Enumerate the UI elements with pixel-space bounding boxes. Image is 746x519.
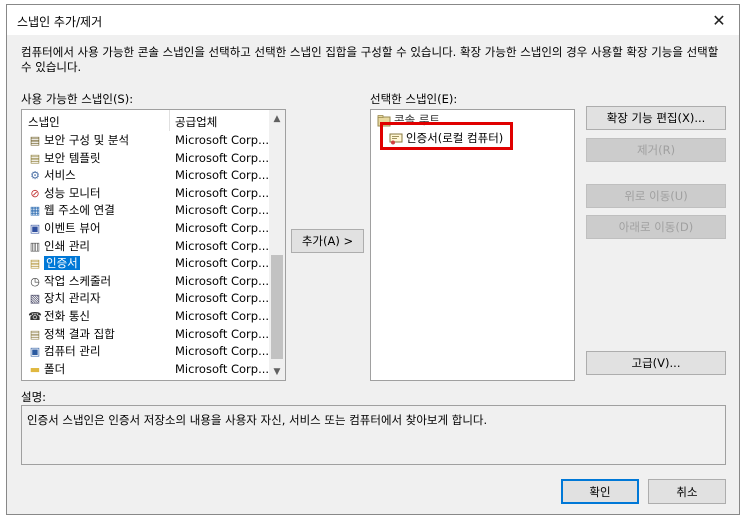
edit-extensions-button[interactable]: 확장 기능 편집(X)... [586, 106, 726, 130]
remove-button[interactable]: 제거(R) [586, 138, 726, 162]
column-header-snapin[interactable]: 스냅인 [28, 114, 60, 130]
list-item[interactable]: ▣ 컴퓨터 관리 Microsoft Corp... [22, 343, 270, 361]
security-template-icon: ▤ [29, 151, 41, 165]
available-snapins-list[interactable]: 스냅인 공급업체 ▤ 보안 구성 및 분석 Microsoft Corp... ▤ 보안… [21, 109, 286, 381]
list-item[interactable]: ▦ 웹 주소에 연결 Microsoft Corp... [22, 202, 270, 220]
snapin-name: 보안 구성 및 분석 [44, 133, 130, 147]
telephony-icon: ☎ [28, 309, 42, 323]
certificate-icon: ▤ [29, 257, 41, 271]
window-title: 스냅인 추가/제거 [17, 15, 103, 29]
scroll-up-icon[interactable]: ▲ [269, 110, 285, 127]
snapin-vendor: Microsoft Corp... [175, 273, 270, 288]
intro-description: 컴퓨터에서 사용 가능한 콘솔 스냅인을 선택하고 선택한 스냅인 집합을 구성… [21, 45, 719, 74]
title-bar: 스냅인 추가/제거 ✕ [7, 5, 739, 35]
available-snapins-label: 사용 가능한 스냅인(S): [21, 92, 134, 106]
list-item[interactable]: ▣ 이벤트 뷰어 Microsoft Corp... [22, 220, 270, 238]
move-down-button[interactable]: 아래로 이동(D) [586, 215, 726, 239]
list-item[interactable]: ▤ 인증서 Microsoft Corp... [22, 255, 270, 273]
policy-results-icon: ▤ [29, 327, 41, 341]
snapin-name: 폴더 [44, 361, 66, 376]
highlight-annotation-box [380, 122, 513, 150]
description-label: 설명: [21, 390, 47, 404]
web-link-icon: ▦ [29, 204, 41, 218]
print-management-icon: ▥ [29, 239, 41, 253]
snapin-vendor: Microsoft Corp... [175, 203, 270, 218]
snapin-vendor: Microsoft Corp... [175, 220, 270, 235]
list-item[interactable]: ⚙ 서비스 Microsoft Corp... [22, 167, 270, 185]
performance-monitor-icon: ⊘ [30, 186, 40, 200]
list-scrollbar[interactable]: ▲ ▼ [269, 110, 285, 380]
list-item[interactable]: ▬ 폴더 Microsoft Corp... [22, 361, 270, 379]
list-item[interactable]: ⊘ 성능 모니터 Microsoft Corp... [22, 185, 270, 203]
snapin-vendor: Microsoft Corp... [175, 185, 270, 200]
list-item[interactable]: ☎ 전화 통신 Microsoft Corp... [22, 308, 270, 326]
list-item[interactable]: ▥ 인쇄 관리 Microsoft Corp... [22, 238, 270, 256]
snapin-vendor: Microsoft Corp... [175, 256, 270, 271]
advanced-button[interactable]: 고급(V)... [586, 351, 726, 375]
task-scheduler-icon: ◷ [30, 274, 40, 288]
snapin-name: 웹 주소에 연결 [44, 203, 115, 218]
snapin-vendor: Microsoft Corp... [175, 238, 270, 253]
move-up-button[interactable]: 위로 이동(U) [586, 184, 726, 208]
list-item[interactable]: ▤ 보안 템플릿 Microsoft Corp... [22, 150, 270, 168]
scroll-thumb[interactable] [271, 255, 283, 359]
add-button[interactable]: 추가(A) > [291, 229, 364, 253]
snapin-name: 서비스 [44, 168, 76, 183]
cancel-button[interactable]: 취소 [648, 479, 726, 504]
snapin-name: 보안 템플릿 [44, 150, 101, 165]
snapin-vendor: Microsoft Corp... [175, 361, 270, 376]
snapin-name: 전화 통신 [44, 308, 90, 323]
services-gear-icon: ⚙ [30, 169, 40, 183]
snapin-name: 성능 모니터 [44, 185, 101, 200]
description-box: 인증서 스냅인은 인증서 저장소의 내용을 사용자 자신, 서비스 또는 컴퓨터… [21, 405, 726, 465]
column-divider[interactable] [169, 110, 170, 131]
snapin-vendor: Microsoft Corp... [175, 344, 270, 359]
snapin-name: 인증서 [44, 256, 80, 271]
close-icon[interactable]: ✕ [699, 5, 739, 35]
snapin-vendor: Microsoft Corp... [175, 133, 270, 147]
selected-snapins-label: 선택한 스냅인(E): [370, 92, 458, 106]
snapin-name: 정책 결과 집합 [44, 326, 115, 341]
description-text: 인증서 스냅인은 인증서 저장소의 내용을 사용자 자신, 서비스 또는 컴퓨터… [27, 413, 488, 427]
column-header-vendor[interactable]: 공급업체 [175, 114, 217, 130]
snapin-name: 작업 스케줄러 [44, 273, 112, 288]
snapin-vendor: Microsoft Corp... [175, 308, 270, 323]
snapin-name: 인쇄 관리 [44, 238, 90, 253]
list-rows: ▤ 보안 구성 및 분석 Microsoft Corp... ▤ 보안 템플릿 Micro… [22, 132, 270, 378]
scroll-down-icon[interactable]: ▼ [269, 363, 285, 380]
add-remove-snapins-dialog: 스냅인 추가/제거 ✕ 컴퓨터에서 사용 가능한 콘솔 스냅인을 선택하고 선택… [6, 4, 740, 515]
list-item[interactable]: ◷ 작업 스케줄러 Microsoft Corp... [22, 273, 270, 291]
folder-icon: ▬ [29, 362, 41, 376]
snapin-name: 장치 관리자 [44, 291, 101, 306]
computer-management-icon: ▣ [29, 345, 41, 359]
snapin-vendor: Microsoft Corp... [175, 326, 270, 341]
snapin-name: 이벤트 뷰어 [44, 220, 101, 235]
security-analysis-icon: ▤ [29, 134, 41, 147]
snapin-name: 컴퓨터 관리 [44, 344, 101, 359]
device-manager-icon: ▧ [29, 292, 41, 306]
list-item[interactable]: ▤ 정책 결과 집합 Microsoft Corp... [22, 326, 270, 344]
list-item[interactable]: ▤ 보안 구성 및 분석 Microsoft Corp... [22, 132, 270, 150]
list-item[interactable]: ▧ 장치 관리자 Microsoft Corp... [22, 290, 270, 308]
ok-button[interactable]: 확인 [561, 479, 639, 504]
snapin-vendor: Microsoft Corp... [175, 168, 270, 183]
event-viewer-icon: ▣ [29, 221, 41, 235]
snapin-vendor: Microsoft Corp... [175, 291, 270, 306]
list-header: 스냅인 공급업체 [22, 110, 270, 132]
snapin-vendor: Microsoft Corp... [175, 150, 270, 165]
